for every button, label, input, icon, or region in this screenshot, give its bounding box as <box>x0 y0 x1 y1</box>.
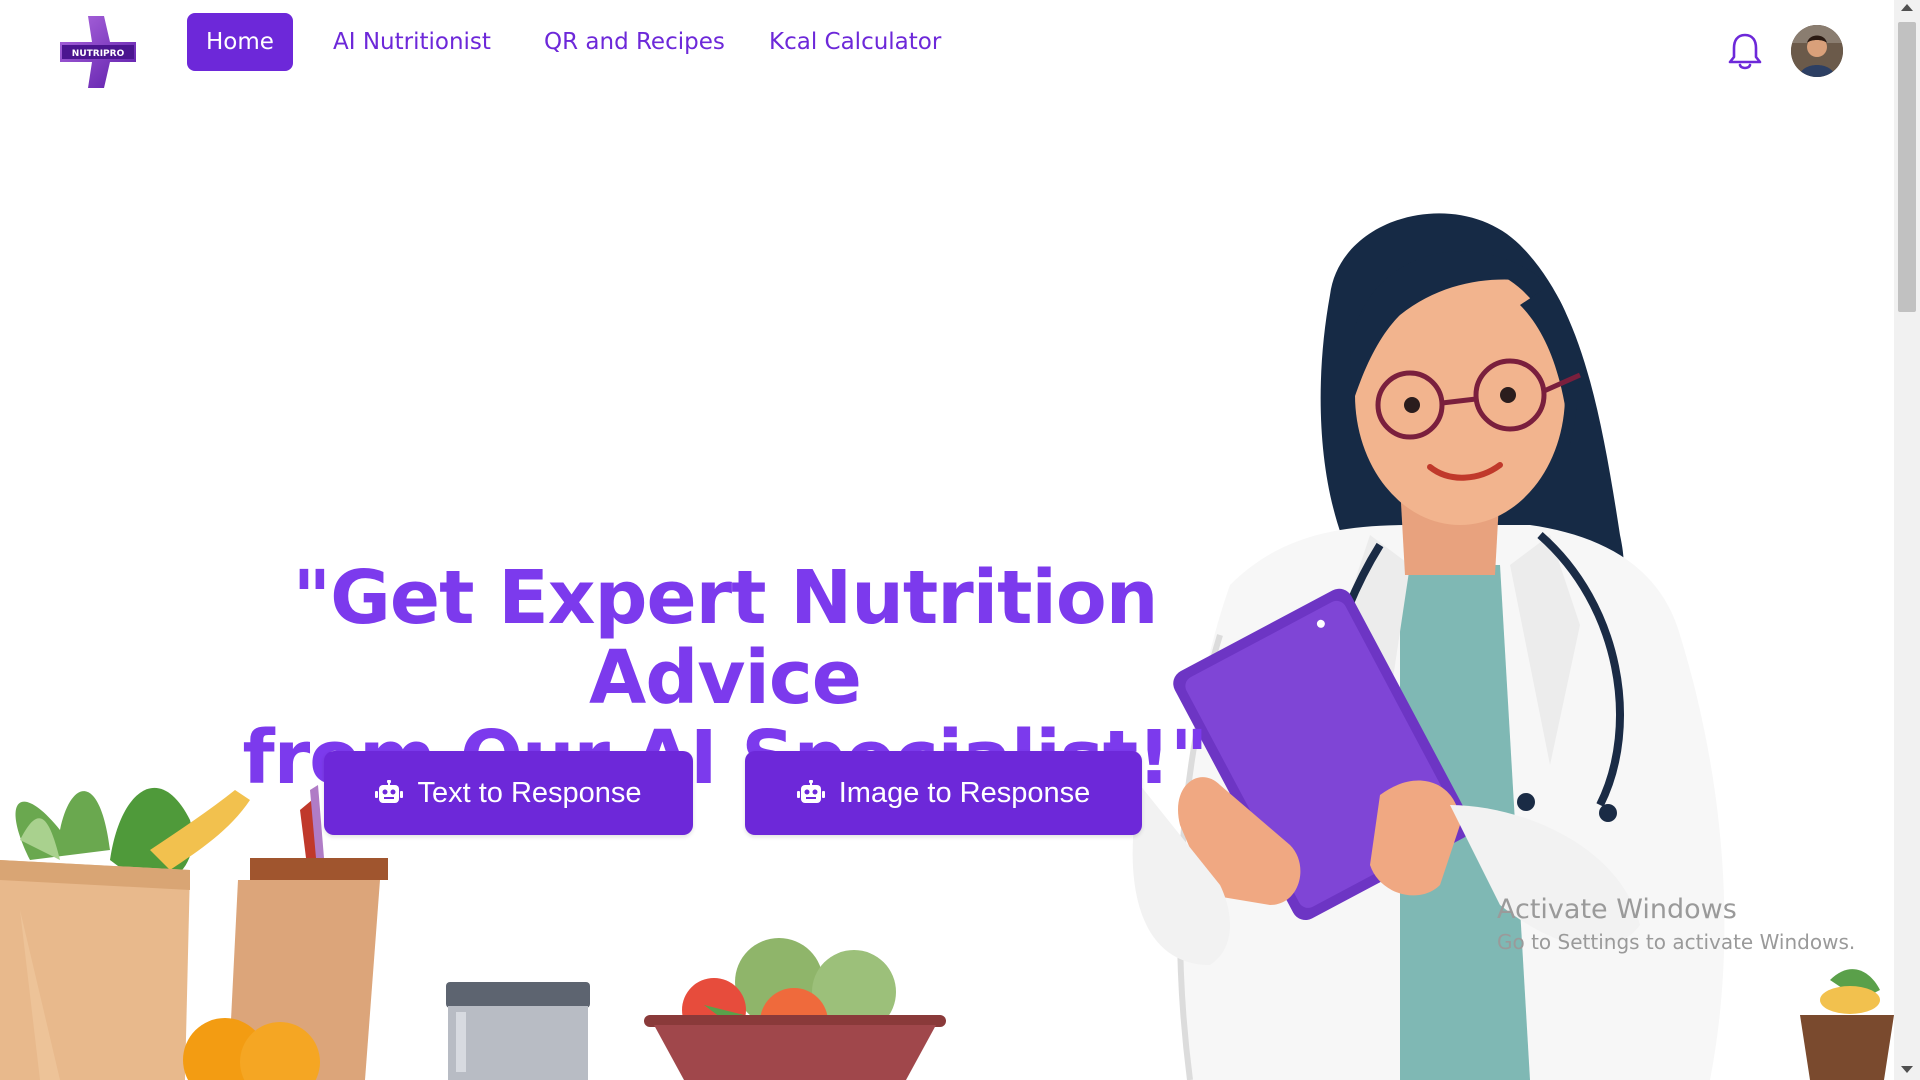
jar-illustration <box>446 982 590 1080</box>
image-to-response-label: Image to Response <box>838 777 1091 809</box>
image-to-response-button[interactable]: Image to Response <box>745 751 1142 835</box>
scroll-down-arrow-icon[interactable] <box>1901 1066 1913 1073</box>
top-nav: NUTRIPRO Home AI Nutritionist QR and Rec… <box>0 0 1894 90</box>
nav-link-kcal-calculator[interactable]: Kcal Calculator <box>750 13 960 71</box>
nav-link-qr-recipes[interactable]: QR and Recipes <box>525 13 744 71</box>
hero-title-line1: "Get Expert Nutrition Advice <box>292 555 1159 721</box>
vertical-scrollbar[interactable] <box>1894 0 1920 1080</box>
nav-link-home[interactable]: Home <box>187 13 293 71</box>
windows-activation-watermark: Activate Windows Go to Settings to activ… <box>1497 893 1855 957</box>
robot-icon <box>796 780 825 803</box>
nav-link-ai-nutritionist[interactable]: AI Nutritionist <box>314 13 510 71</box>
bell-icon[interactable] <box>1727 31 1763 71</box>
text-to-response-label: Text to Response <box>417 777 642 809</box>
scrollbar-thumb[interactable] <box>1898 22 1916 312</box>
text-to-response-button[interactable]: Text to Response <box>324 751 693 835</box>
watermark-title: Activate Windows <box>1497 894 1737 925</box>
page: NUTRIPRO Home AI Nutritionist QR and Rec… <box>0 0 1920 1080</box>
avatar[interactable] <box>1791 25 1843 77</box>
robot-icon <box>375 780 404 803</box>
nutripro-logo[interactable]: NUTRIPRO <box>58 14 138 90</box>
logo-text: NUTRIPRO <box>72 49 125 59</box>
watermark-subtitle: Go to Settings to activate Windows. <box>1497 930 1856 954</box>
bowl-illustration <box>644 938 946 1080</box>
scroll-up-arrow-icon[interactable] <box>1901 4 1913 11</box>
